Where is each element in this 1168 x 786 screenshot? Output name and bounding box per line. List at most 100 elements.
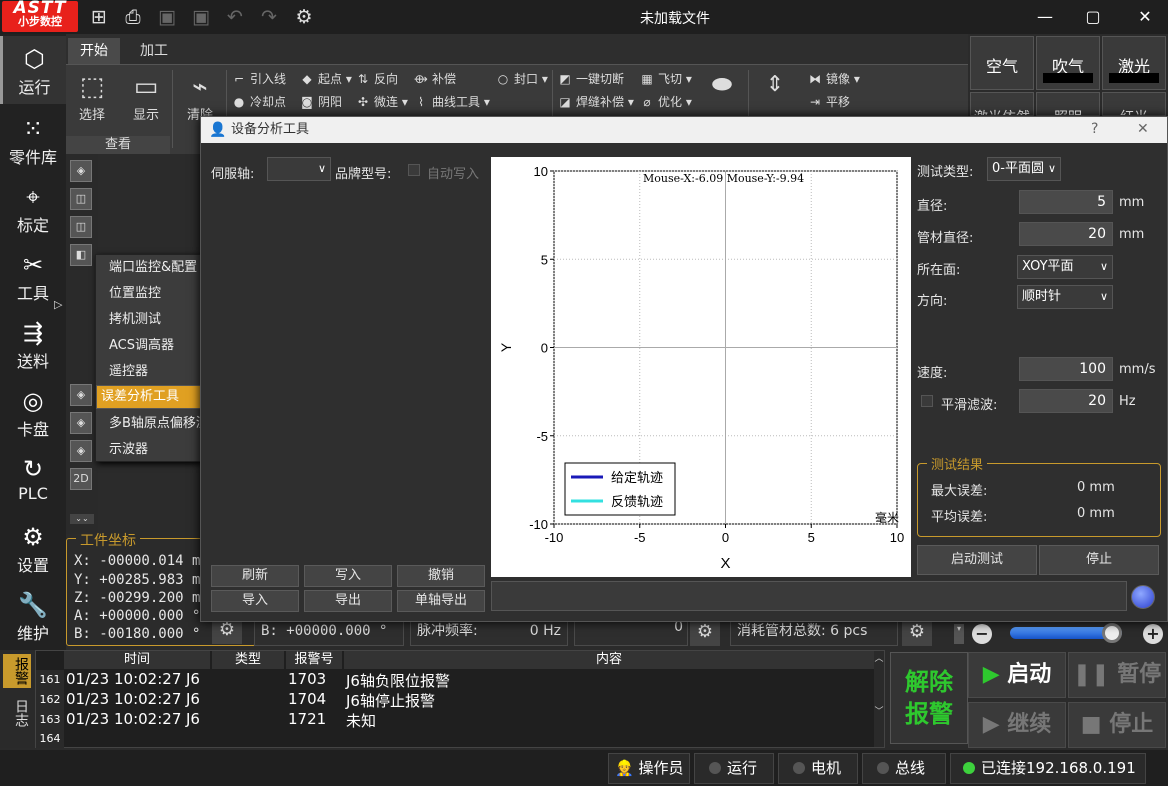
view-right-icon[interactable]: ◈ <box>70 440 92 462</box>
smooth-filter-checkbox[interactable] <box>921 395 933 407</box>
reverse-button[interactable]: ⇅ 反向 <box>356 70 398 87</box>
test-type-select[interactable]: 0-平面圆 ∨ <box>987 157 1061 181</box>
operator-status[interactable]: 👷 操作员 <box>608 753 690 784</box>
export-button[interactable]: 导出 <box>304 590 392 612</box>
save-icon[interactable]: ▣ <box>154 4 180 30</box>
weld-comp-button[interactable]: ◪ 焊缝补偿 ▾ <box>558 93 634 110</box>
cell-time: 01/23 10:02:27 <box>66 710 182 728</box>
laser-button[interactable]: 激光 <box>1102 36 1166 90</box>
nav-chuck[interactable]: ◎ 卡盘 <box>0 378 66 446</box>
new-file-icon[interactable]: ⊞ <box>86 4 112 30</box>
scroll-down-icon[interactable]: ▾ <box>954 624 964 644</box>
nav-parts[interactable]: ⁙ 零件库 <box>0 106 66 174</box>
start-point-button[interactable]: ◆ 起点 ▾ <box>300 70 351 87</box>
close-window-button[interactable]: ✕ <box>1130 6 1160 28</box>
dialog-close-button[interactable]: ✕ <box>1137 121 1149 137</box>
mirror-button[interactable]: ⧓ 镜像 ▾ <box>808 70 860 87</box>
view-left-icon[interactable]: ◧ <box>70 244 92 266</box>
tab-start[interactable]: 开始 <box>68 38 120 64</box>
alarm-scrollbar[interactable]: ︿ ﹀ <box>874 651 884 747</box>
table-row[interactable]: 164 <box>36 730 874 748</box>
expand-down-icon[interactable]: ⌄⌄ <box>70 514 94 524</box>
nav-maintain[interactable]: 🔧 维护 <box>0 582 66 650</box>
import-button[interactable]: 导入 <box>211 590 299 612</box>
speed-minus-button[interactable]: − <box>972 624 992 644</box>
maximize-button[interactable]: ▢ <box>1078 6 1108 28</box>
diameter-input[interactable]: 5 <box>1019 190 1113 214</box>
speed-input[interactable]: 100 <box>1019 357 1113 381</box>
view-bottom-icon[interactable]: ◈ <box>70 412 92 434</box>
blow-button[interactable]: 吹气 <box>1036 36 1100 90</box>
laser-still-button[interactable]: 激光依然 <box>970 92 1034 116</box>
nav-feed[interactable]: ⇶ 送料 <box>0 310 66 378</box>
save-as-icon[interactable]: ▣ <box>188 4 214 30</box>
stop-test-button[interactable]: 停止 <box>1039 545 1159 575</box>
single-axis-export-button[interactable]: 单轴导出 <box>397 590 485 612</box>
trajectory-plot[interactable]: -10 -5 0 5 10 10 5 0 -5 -10 X Y 毫米 给定轨迹 反馈轨迹 Mouse-X:-… <box>491 157 911 577</box>
one-key-cut-button[interactable]: ◩ 一键切断 <box>558 70 624 87</box>
settings-icon[interactable]: ⚙ <box>291 4 317 30</box>
tab-log[interactable]: 日志 <box>3 696 31 730</box>
lead-line-button[interactable]: ⌐ 引入线 <box>232 70 286 87</box>
table-row[interactable]: 162 01/23 10:02:27 J6 1704 J6轴停止报警 <box>36 690 874 710</box>
minimize-button[interactable]: — <box>1030 6 1060 28</box>
table-row[interactable]: 161 01/23 10:02:27 J6 1703 J6轴负限位报警 <box>36 670 874 690</box>
speed-slider-knob[interactable] <box>1102 623 1122 643</box>
translate-button[interactable]: ⇥ 平移 <box>808 93 850 110</box>
nav-run[interactable]: ⬡ 运行 <box>0 36 66 104</box>
red-light-button[interactable]: 红光 <box>1102 92 1166 116</box>
start-button[interactable]: ▶ 启动 <box>968 652 1066 698</box>
curve-tool-button[interactable]: ⌇ 曲线工具 ▾ <box>414 93 490 110</box>
tube-diameter-input[interactable]: 20 <box>1019 222 1113 246</box>
redo-icon[interactable]: ↷ <box>256 4 282 30</box>
continue-button[interactable]: ▶ 继续 <box>968 702 1066 748</box>
view-iso-icon[interactable]: ◈ <box>70 160 92 182</box>
nav-plc[interactable]: ↻ PLC <box>0 446 66 514</box>
view-top-icon[interactable]: ◈ <box>70 384 92 406</box>
array-icon[interactable]: ⇕ <box>760 72 790 102</box>
tube-icon[interactable]: ⬬ <box>704 70 740 100</box>
direction-select[interactable]: 顺时针 ∨ <box>1017 285 1113 309</box>
cool-point-button[interactable]: ● 冷却点 <box>232 93 286 110</box>
yin-yang-button[interactable]: ◙ 阴阳 <box>300 93 342 110</box>
tab-alarm[interactable]: 报警 <box>3 654 31 688</box>
status-orb-icon[interactable] <box>1131 585 1155 609</box>
print-icon[interactable]: ⎙ <box>120 4 146 30</box>
consumed-gear-icon[interactable]: ⚙ <box>902 618 932 646</box>
stop-button[interactable]: ■ 停止 <box>1068 702 1166 748</box>
monitor-icon: ▭ <box>133 72 159 102</box>
air-button[interactable]: 空气 <box>970 36 1034 90</box>
write-button[interactable]: 写入 <box>304 565 392 587</box>
fly-cut-button[interactable]: ▦ 飞切 ▾ <box>640 70 692 87</box>
yin-yang-label: 阴阳 <box>318 95 343 109</box>
micro-join-button[interactable]: ✣ 微连 ▾ <box>356 93 408 110</box>
view-back-icon[interactable]: ◫ <box>70 216 92 238</box>
select-button[interactable]: ⬚ 选择 <box>64 70 120 123</box>
optimize-button[interactable]: ⌀ 优化 ▾ <box>640 93 691 110</box>
operator-icon: 👷 <box>615 759 634 777</box>
translate-icon: ⇥ <box>809 95 821 109</box>
clear-alarm-button[interactable]: 解除 报警 <box>890 652 968 744</box>
help-button[interactable]: ? <box>1091 121 1098 137</box>
display-button[interactable]: ▭ 显示 <box>118 70 174 123</box>
plane-select[interactable]: XOY平面 ∨ <box>1017 255 1113 279</box>
nav-settings[interactable]: ⚙ 设置 <box>0 514 66 582</box>
speed-plus-button[interactable]: + <box>1143 624 1163 644</box>
view-2d-button[interactable]: 2D <box>70 468 92 490</box>
tab-process[interactable]: 加工 <box>128 38 180 64</box>
table-row[interactable]: 163 01/23 10:02:27 J6 1721 未知 <box>36 710 874 730</box>
light-button[interactable]: 照明 <box>1036 92 1100 116</box>
undo-button[interactable]: 撤销 <box>397 565 485 587</box>
refresh-button[interactable]: 刷新 <box>211 565 299 587</box>
servo-axis-select[interactable]: ∨ <box>267 157 331 181</box>
counter-gear-icon[interactable]: ⚙ <box>690 618 720 646</box>
nav-calibrate[interactable]: ⌖ 标定 <box>0 174 66 242</box>
pause-button[interactable]: ❚❚ 暂停 <box>1068 652 1166 698</box>
smooth-filter-input[interactable]: 20 <box>1019 389 1113 413</box>
auto-write-checkbox[interactable] <box>408 164 420 176</box>
undo-icon[interactable]: ↶ <box>222 4 248 30</box>
seal-button[interactable]: ○ 封口 ▾ <box>496 70 548 87</box>
view-front-icon[interactable]: ◫ <box>70 188 92 210</box>
compensate-button[interactable]: ⟴ 补偿 <box>414 70 456 87</box>
start-test-button[interactable]: 启动测试 <box>917 545 1037 575</box>
